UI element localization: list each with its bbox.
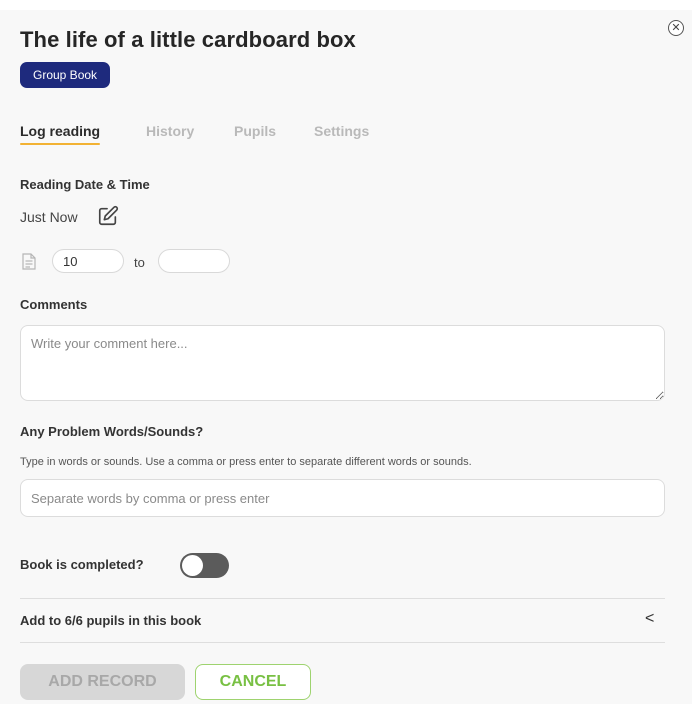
- divider: [20, 598, 665, 599]
- book-completed-toggle[interactable]: [180, 553, 229, 578]
- document-icon: [22, 253, 36, 270]
- comments-label: Comments: [20, 297, 88, 312]
- chevron-left-icon[interactable]: <: [645, 610, 654, 628]
- page-to-label: to: [134, 255, 145, 270]
- edit-pencil-icon[interactable]: [97, 205, 119, 227]
- tab-history[interactable]: History: [146, 123, 194, 139]
- add-record-button[interactable]: ADD RECORD: [20, 664, 185, 700]
- page-to-input[interactable]: [158, 249, 230, 273]
- book-title: The life of a little cardboard box: [20, 27, 356, 52]
- comment-textarea[interactable]: [20, 325, 665, 401]
- tab-log-reading[interactable]: Log reading: [20, 123, 101, 145]
- divider: [20, 642, 665, 643]
- tab-settings[interactable]: Settings: [314, 123, 369, 139]
- problem-words-label: Any Problem Words/Sounds?: [20, 424, 204, 439]
- reading-date-label: Reading Date & Time: [20, 177, 150, 192]
- book-completed-label: Book is completed?: [20, 557, 144, 572]
- problem-words-input[interactable]: [20, 479, 665, 517]
- group-book-badge: Group Book: [20, 62, 111, 88]
- tab-pupils[interactable]: Pupils: [234, 123, 276, 139]
- close-icon[interactable]: ✕: [668, 20, 684, 36]
- cancel-button[interactable]: CANCEL: [195, 664, 311, 700]
- problem-words-help: Type in words or sounds. Use a comma or …: [20, 456, 472, 468]
- page-from-input[interactable]: [52, 249, 124, 273]
- reading-date-value: Just Now: [20, 209, 78, 225]
- add-pupils-label[interactable]: Add to 6/6 pupils in this book: [20, 613, 201, 628]
- toggle-knob: [182, 555, 203, 576]
